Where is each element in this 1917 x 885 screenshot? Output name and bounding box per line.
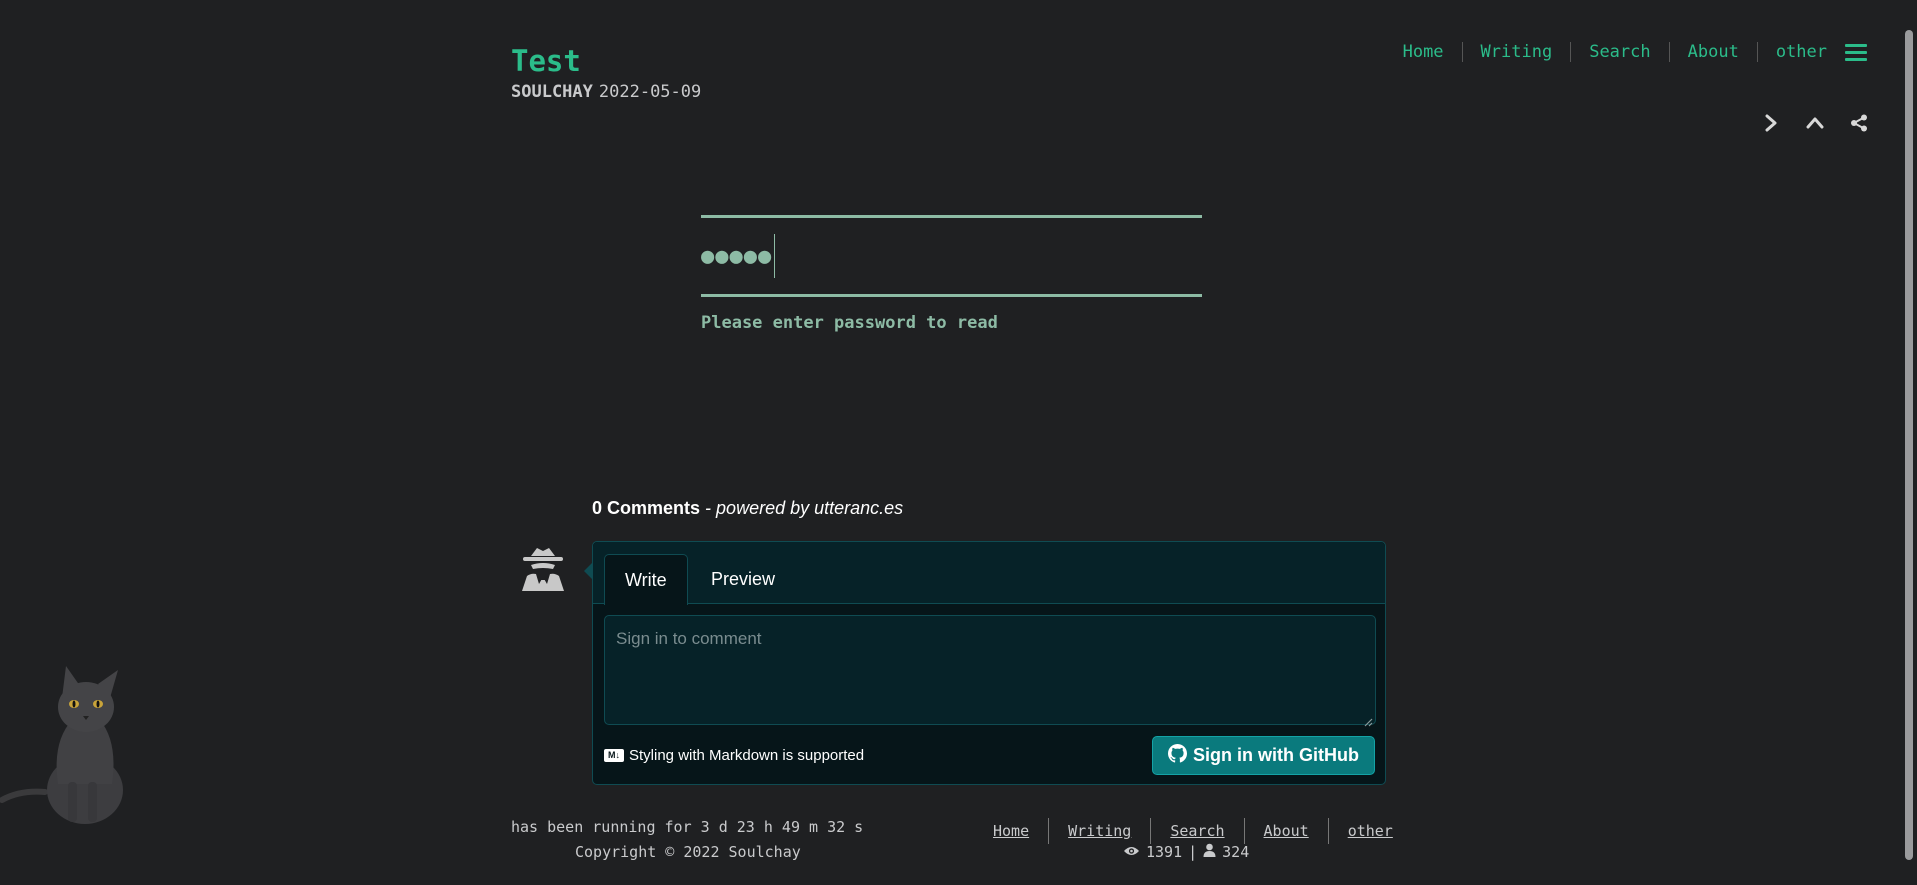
comments-count: 0 Comments (592, 498, 701, 518)
page-title: Test (511, 44, 581, 78)
tab-write[interactable]: Write (604, 554, 688, 605)
nav-other[interactable]: other (1756, 42, 1845, 62)
chevron-up-icon[interactable] (1805, 113, 1825, 133)
footer-link-writing[interactable]: Writing (1048, 818, 1150, 844)
password-input[interactable]: ●●●●● (701, 218, 1202, 294)
post-meta: SOULCHAY 2022-05-09 (511, 82, 701, 102)
password-value: ●●●●● (701, 243, 773, 269)
footer-link-search[interactable]: Search (1150, 818, 1243, 844)
sign-in-label: Sign in with GitHub (1193, 745, 1359, 765)
footer-nav: Home Writing Search About other (993, 818, 1412, 844)
comment-placeholder: Sign in to comment (616, 629, 762, 648)
post-date: 2022-05-09 (598, 82, 702, 102)
password-bottom-border (701, 294, 1202, 297)
markdown-icon: M↓ (604, 749, 624, 762)
post-actions (1761, 113, 1869, 133)
comment-box: Write Preview Sign in to comment M↓ Styl… (584, 541, 1386, 785)
sign-in-github-button[interactable]: Sign in with GitHub (1152, 736, 1375, 775)
text-caret (774, 234, 776, 278)
eye-icon (1123, 843, 1140, 861)
copyright: Copyright © 2022 Soulchay (575, 843, 801, 861)
user-icon (1203, 843, 1216, 861)
markdown-note-text[interactable]: Styling with Markdown is supported (629, 747, 864, 764)
footer-link-home[interactable]: Home (993, 818, 1048, 844)
top-nav: Home Writing Search About other (1403, 42, 1867, 62)
stats-separator: | (1188, 843, 1198, 861)
hamburger-menu-icon[interactable] (1845, 42, 1867, 62)
tab-preview[interactable]: Preview (691, 554, 795, 604)
footer-link-about[interactable]: About (1243, 818, 1328, 844)
comment-tabs: Write Preview (593, 542, 1385, 605)
nav-home[interactable]: Home (1403, 42, 1462, 62)
visitor-count: 324 (1222, 843, 1250, 861)
site-runtime: has been running for 3 d 23 h 49 m 32 s (511, 818, 864, 836)
nav-about[interactable]: About (1668, 42, 1757, 62)
password-hint: Please enter password to read (701, 313, 998, 333)
page-scrollbar[interactable] (1900, 0, 1917, 885)
nav-writing[interactable]: Writing (1461, 42, 1571, 62)
password-section: ●●●●● Please enter password to read (701, 215, 1202, 333)
chevron-right-icon[interactable] (1761, 113, 1781, 133)
scrollbar-thumb[interactable] (1905, 30, 1913, 860)
powered-by-link[interactable]: - powered by utteranc.es (705, 498, 903, 518)
anonymous-avatar-icon (518, 546, 568, 594)
markdown-note: M↓ Styling with Markdown is supported (604, 747, 864, 764)
nav-search[interactable]: Search (1570, 42, 1668, 62)
github-icon (1168, 743, 1187, 768)
post-author: SOULCHAY (511, 82, 593, 102)
share-icon[interactable] (1849, 113, 1869, 133)
footer-link-other[interactable]: other (1327, 818, 1412, 844)
site-stats: 1391 | 324 (1123, 843, 1249, 861)
comment-textarea[interactable]: Sign in to comment (604, 615, 1376, 727)
resize-grip-icon[interactable] (1363, 712, 1373, 727)
view-count: 1391 (1146, 843, 1183, 861)
cat-mascot-image[interactable] (0, 662, 125, 826)
comments-header: 0 Comments - powered by utteranc.es (592, 498, 903, 519)
